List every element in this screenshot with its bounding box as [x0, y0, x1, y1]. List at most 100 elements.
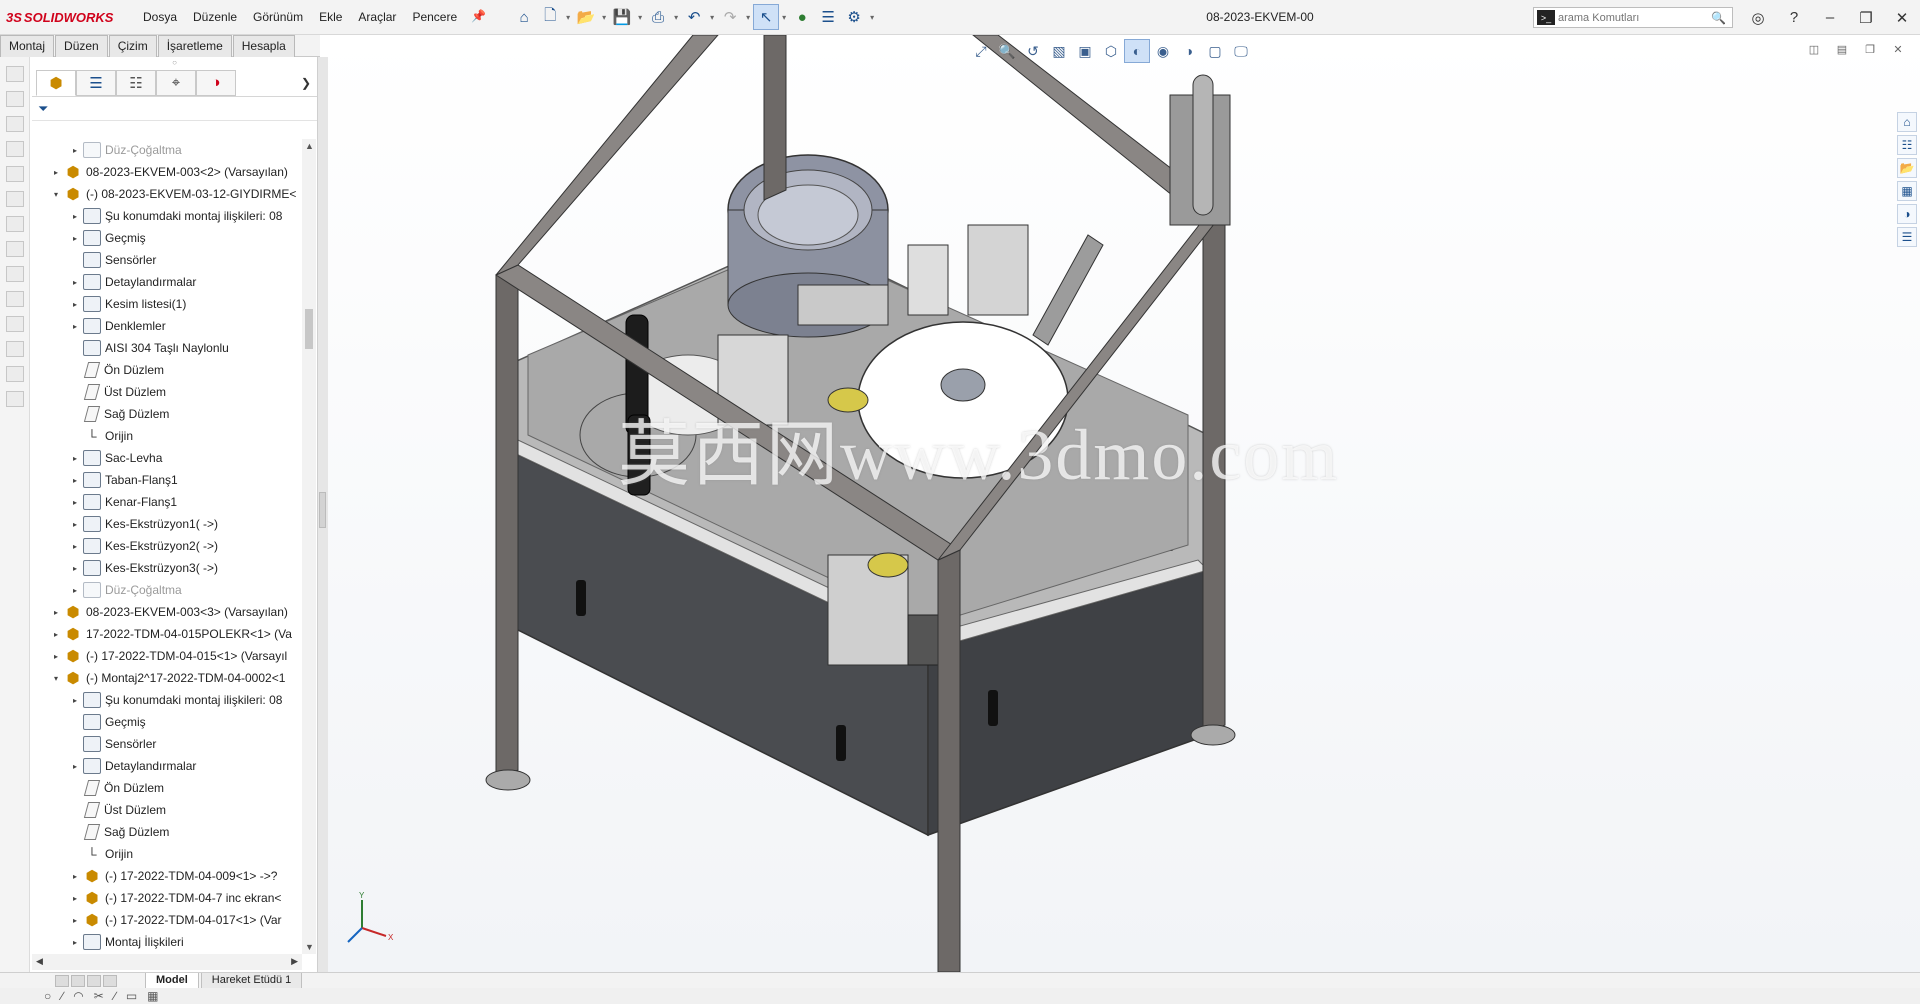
tree-item[interactable]: ▸ Detaylandırmalar	[32, 755, 302, 777]
filter-icon[interactable]: ⏷	[38, 101, 48, 117]
linear-pattern-icon[interactable]	[6, 116, 24, 132]
update-speedpak-icon[interactable]	[6, 366, 24, 382]
mate-icon[interactable]	[6, 91, 24, 107]
panel-grip[interactable]: ○	[32, 57, 317, 69]
expand-arrow-icon[interactable]: ▸	[69, 894, 81, 903]
expand-arrow-icon[interactable]: ▸	[50, 630, 62, 639]
view-settings-icon[interactable]: 🖵	[1228, 39, 1254, 63]
tab-model[interactable]: Model	[145, 972, 199, 989]
undo-icon[interactable]: ↶	[681, 4, 707, 30]
tree-item[interactable]: ▸ Taban-Flanş1	[32, 469, 302, 491]
menu-pencere[interactable]: Pencere	[404, 0, 465, 35]
new-motion-study-icon[interactable]	[6, 266, 24, 282]
menu-gorunum[interactable]: Görünüm	[245, 0, 311, 35]
previous-tab-icon[interactable]	[71, 974, 85, 987]
menu-dosya[interactable]: Dosya	[135, 0, 185, 35]
tree-item[interactable]: ▸ ⬢ 17-2022-TDM-04-015POLEKR<1> (Va	[32, 623, 302, 645]
section-view-icon[interactable]: ▧	[1046, 39, 1072, 63]
line-icon[interactable]: ∕	[61, 989, 63, 1003]
tree-item[interactable]: ▸ Şu konumdaki montaj ilişkileri: 08	[32, 689, 302, 711]
chevron-down-icon[interactable]: ▾	[743, 13, 753, 22]
tree-item[interactable]: └ Orijin	[32, 843, 302, 865]
expand-arrow-icon[interactable]: ▸	[69, 762, 81, 771]
move-component-icon[interactable]	[6, 166, 24, 182]
tree-item[interactable]: Üst Düzlem	[32, 799, 302, 821]
solidworks-logo[interactable]: 3S SOLIDWORKS	[0, 0, 135, 35]
viewport-close-icon[interactable]: ✕	[1884, 43, 1912, 56]
apply-scene-icon[interactable]: ▢	[1202, 39, 1228, 63]
reference-geometry-icon[interactable]	[6, 241, 24, 257]
sketch-icon[interactable]: ∕	[114, 989, 116, 1003]
circle-icon[interactable]: ○	[44, 989, 51, 1003]
panel-splitter[interactable]	[318, 57, 328, 972]
expand-arrow-icon[interactable]: ▸	[69, 696, 81, 705]
arc-icon[interactable]: ◠	[73, 989, 83, 1003]
expand-arrow-icon[interactable]: ▸	[69, 454, 81, 463]
options-gear-icon[interactable]: ⚙	[841, 4, 867, 30]
insert-component-icon[interactable]	[6, 66, 24, 82]
rebuild-traffic-light-icon[interactable]: ●	[789, 4, 815, 30]
tree-item[interactable]: ▸ Düz-Çoğaltma	[32, 139, 302, 161]
expand-arrow-icon[interactable]: ▸	[69, 476, 81, 485]
bill-of-materials-icon[interactable]	[6, 291, 24, 307]
tree-item[interactable]: Sensörler	[32, 249, 302, 271]
select-pointer-icon[interactable]: ↖	[753, 4, 780, 30]
tree-item[interactable]: Sensörler	[32, 733, 302, 755]
expand-arrow-icon[interactable]: ▸	[69, 542, 81, 551]
grid-icon[interactable]: ▦	[147, 989, 158, 1003]
dynamic-annotation-icon[interactable]: ▣	[1072, 39, 1098, 63]
previous-view-icon[interactable]: ↺	[1020, 39, 1046, 63]
viewport-restore-icon[interactable]: ❐	[1856, 43, 1884, 56]
feature-manager-tree-icon[interactable]: ⬢	[36, 69, 76, 96]
configuration-manager-icon[interactable]: ☷	[116, 69, 156, 96]
tab-cizim[interactable]: Çizim	[108, 35, 157, 57]
tab-montaj[interactable]: Montaj	[0, 35, 55, 57]
collapse-arrow-icon[interactable]: ▾	[50, 190, 62, 199]
tree-item[interactable]: ▸ Denklemler	[32, 315, 302, 337]
redo-icon[interactable]: ↷	[717, 4, 743, 30]
property-manager-icon[interactable]: ☰	[76, 69, 116, 96]
graphics-viewport[interactable]: 莫西网www.3dmo.com ⤢ 🔍 ↺ ▧ ▣ ⬡ ◐ ◉ ◑ ▢ 🖵 ◫ …	[328, 35, 1920, 972]
tree-item[interactable]: ▸ ⬢ 08-2023-EKVEM-003<3> (Varsayılan)	[32, 601, 302, 623]
tree-filter[interactable]: ⏷	[32, 97, 317, 121]
viewport-tile-icon[interactable]: ▤	[1828, 43, 1856, 56]
tree-item[interactable]: Sağ Düzlem	[32, 403, 302, 425]
expand-arrow-icon[interactable]: ▸	[69, 212, 81, 221]
view-palette-icon[interactable]: ▦	[1897, 181, 1917, 201]
tree-item[interactable]: AISI 304 Taşlı Naylonlu	[32, 337, 302, 359]
collapse-arrow-icon[interactable]: ▾	[50, 674, 62, 683]
tree-item[interactable]: ▸ Geçmiş	[32, 227, 302, 249]
expand-arrow-icon[interactable]: ▸	[69, 300, 81, 309]
file-properties-icon[interactable]: ☰	[815, 4, 841, 30]
expand-arrow-icon[interactable]: ▸	[69, 916, 81, 925]
tree-item[interactable]: ▸ Kes-Ekstrüzyon3( ->)	[32, 557, 302, 579]
tree-item[interactable]: ▸ ⬢ (-) 17-2022-TDM-04-015<1> (Varsayıl	[32, 645, 302, 667]
chevron-down-icon[interactable]: ▾	[867, 13, 877, 22]
menu-ekle[interactable]: Ekle	[311, 0, 350, 35]
solidworks-resources-icon[interactable]: ⌂	[1897, 112, 1917, 132]
chevron-down-icon[interactable]: ▾	[707, 13, 717, 22]
first-tab-icon[interactable]	[55, 974, 69, 987]
tree-item[interactable]: ▸ Montaj İlişkileri	[32, 931, 302, 953]
chevron-down-icon[interactable]: ▾	[671, 13, 681, 22]
zoom-to-area-icon[interactable]: 🔍	[994, 39, 1020, 63]
design-library-icon[interactable]: ☷	[1897, 135, 1917, 155]
appearances-icon[interactable]: ◑	[1897, 204, 1917, 224]
scroll-left-icon[interactable]: ◀	[36, 956, 43, 967]
tree-item[interactable]: ▸ Kesim listesi(1)	[32, 293, 302, 315]
tree-horizontal-scrollbar[interactable]: ◀ ▶	[32, 954, 302, 970]
tab-hesapla[interactable]: Hesapla	[232, 35, 295, 57]
tab-duzen[interactable]: Düzen	[55, 35, 108, 57]
expand-arrow-icon[interactable]: ▸	[50, 652, 62, 661]
display-style-icon[interactable]: ◐	[1124, 39, 1150, 63]
smart-fastener-icon[interactable]	[6, 141, 24, 157]
scroll-down-icon[interactable]: ▼	[305, 942, 314, 952]
tree-item[interactable]: ▸ ⬢ 08-2023-EKVEM-003<2> (Varsayılan)	[32, 161, 302, 183]
menu-araclar[interactable]: Araçlar	[350, 0, 404, 35]
tree-item[interactable]: ▸ Şu konumdaki montaj ilişkileri: 08	[32, 205, 302, 227]
rectangle-icon[interactable]: ▭	[126, 989, 137, 1003]
tree-item[interactable]: ▸ ⬢ (-) 17-2022-TDM-04-009<1> ->?	[32, 865, 302, 887]
account-icon[interactable]: ◎	[1740, 0, 1776, 35]
chevron-right-icon[interactable]: ❯	[301, 76, 311, 90]
expand-arrow-icon[interactable]: ▸	[69, 278, 81, 287]
